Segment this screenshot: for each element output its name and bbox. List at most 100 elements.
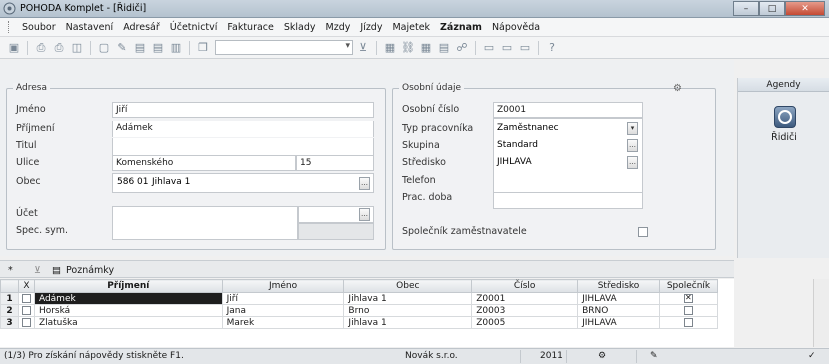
menu-napoveda[interactable]: Nápověda [487,22,545,33]
ucet-select-button[interactable]: … [359,208,370,221]
calc-icon[interactable]: ▤ [436,40,452,56]
column-header-stredisko[interactable]: Středisko [577,279,660,293]
menu-ucetnictvi[interactable]: Účetnictví [165,22,223,33]
row-number[interactable]: 1 [0,292,19,305]
skupina-field[interactable]: Standard [497,140,538,150]
row-select-cell[interactable] [17,316,35,329]
delete-icon[interactable]: ▥ [168,40,184,56]
print-preview-icon[interactable]: ⎙ [51,40,67,56]
column-header-obec[interactable]: Obec [343,279,473,293]
menu-soubor[interactable]: Soubor [17,22,61,33]
jmeno-field[interactable]: Jiří [112,102,374,118]
typ-pracovnika-dropdown[interactable]: ▾ [627,122,638,135]
titul-field[interactable] [112,138,374,156]
close-button[interactable]: ✕ [785,1,825,16]
tab-star[interactable]: * [8,263,13,277]
ridici-agenda-icon[interactable] [774,106,796,128]
table-icon[interactable]: ▭ [481,40,497,56]
row-select-checkbox[interactable] [21,305,31,315]
maximize-button[interactable]: □ [759,1,785,16]
column-header-x[interactable]: X [17,279,35,293]
cell-obec[interactable]: Brno [343,304,473,317]
table-icon[interactable]: ▭ [517,40,533,56]
edit-icon[interactable]: ✎ [114,40,130,56]
cislo-popisne-field[interactable]: 15 [296,155,374,171]
ucet-field[interactable] [112,206,298,240]
filter-icon[interactable]: ⊻ [355,40,371,56]
link-icon[interactable]: ⛓ [400,40,416,56]
cell-obec[interactable]: Jihlava 1 [343,316,473,329]
typ-pracovnika-field[interactable]: Zaměstnanec [497,123,559,133]
tab-poznamky[interactable]: Poznámky [66,263,114,277]
minimize-button[interactable]: – [733,1,759,16]
settings-icon[interactable]: ⚙ [673,83,682,94]
row-number[interactable]: 2 [0,304,19,317]
cell-stredisko[interactable]: JIHLAVA [577,292,660,305]
preview-icon[interactable]: ◫ [69,40,85,56]
row-select-checkbox[interactable] [21,293,31,303]
status-settings-icon[interactable]: ⚙ [598,351,606,361]
cell-prijmeni[interactable]: Zlatuška [33,316,223,329]
menu-majetek[interactable]: Majetek [387,22,435,33]
spolecnik-checkbox[interactable] [638,227,648,237]
column-header-prijmeni[interactable]: Příjmení [33,279,223,293]
skupina-select-button[interactable]: … [627,139,638,152]
cell-stredisko[interactable]: JIHLAVA [577,316,660,329]
menu-nastaveni[interactable]: Nastavení [61,22,119,33]
osobni-cislo-field[interactable]: Z0001 [493,102,643,118]
menu-mzdy[interactable]: Mzdy [321,22,356,33]
obec-field[interactable]: Jihlava 1 [152,177,190,187]
grid-icon[interactable]: ▦ [418,40,434,56]
spolecnik-cell-checkbox[interactable] [683,293,693,303]
spolecnik-cell-checkbox[interactable] [683,317,693,327]
users-icon[interactable]: ☍ [454,40,470,56]
cell-jmeno[interactable]: Jiří [221,292,345,305]
cell-prijmeni[interactable]: Horská [33,304,223,317]
grid-scrollbar[interactable] [813,279,829,347]
quick-search-combo[interactable] [215,40,353,55]
cell-prijmeni[interactable]: Adámek [33,292,223,305]
new-record-icon[interactable]: ▢ [96,40,112,56]
cell-jmeno[interactable]: Jana [221,304,345,317]
psc-field[interactable]: 586 01 [117,177,149,187]
status-edit-icon[interactable]: ✎ [650,351,658,361]
tab-filter-icon[interactable]: ⊻ [34,263,41,277]
cell-jmeno[interactable]: Marek [221,316,345,329]
menu-zaznam[interactable]: Záznam [435,22,487,33]
menu-fakturace[interactable]: Fakturace [222,22,278,33]
spolecnik-cell-checkbox[interactable] [683,305,693,315]
navigator-icon[interactable]: ▣ [6,40,22,56]
ulice-field[interactable]: Komenského [112,155,296,171]
prijmeni-field[interactable]: Adámek [112,121,374,137]
column-header-jmeno[interactable]: Jméno [221,279,345,293]
stredisko-select-button[interactable]: … [627,156,638,169]
report-icon[interactable]: ▦ [382,40,398,56]
cell-spolecnik[interactable] [658,292,719,305]
obec-select-button[interactable]: … [359,177,370,190]
cell-spolecnik[interactable] [658,304,719,317]
row-select-cell[interactable] [17,292,35,305]
cell-cislo[interactable]: Z0003 [471,304,579,317]
column-header-cislo[interactable]: Číslo [471,279,579,293]
table-row[interactable]: 3 Zlatuška Marek Jihlava 1 Z0005 JIHLAVA [0,316,719,329]
menu-sklady[interactable]: Sklady [279,22,321,33]
row-select-checkbox[interactable] [21,317,31,327]
column-header-spolecnik[interactable]: Společník [658,279,719,293]
agenda-item-ridici[interactable]: Řidiči [738,132,829,143]
row-select-cell[interactable] [17,304,35,317]
cell-spolecnik[interactable] [658,316,719,329]
row-number[interactable]: 3 [0,316,19,329]
save-icon[interactable]: ▤ [132,40,148,56]
copy-icon[interactable]: ❐ [195,40,211,56]
cell-stredisko[interactable]: BRNO [577,304,660,317]
save-copy-icon[interactable]: ▤ [150,40,166,56]
table-row[interactable]: 1 Adámek Jiří Jihlava 1 Z0001 JIHLAVA [0,292,719,305]
cell-cislo[interactable]: Z0001 [471,292,579,305]
cell-cislo[interactable]: Z0005 [471,316,579,329]
cell-obec[interactable]: Jihlava 1 [343,292,473,305]
prac-doba-field[interactable] [493,193,643,209]
stredisko-field[interactable]: JIHLAVA [497,157,532,167]
help-icon[interactable]: ? [544,40,560,56]
table-row[interactable]: 2 Horská Jana Brno Z0003 BRNO [0,304,719,317]
menu-jizdy[interactable]: Jízdy [355,22,387,33]
